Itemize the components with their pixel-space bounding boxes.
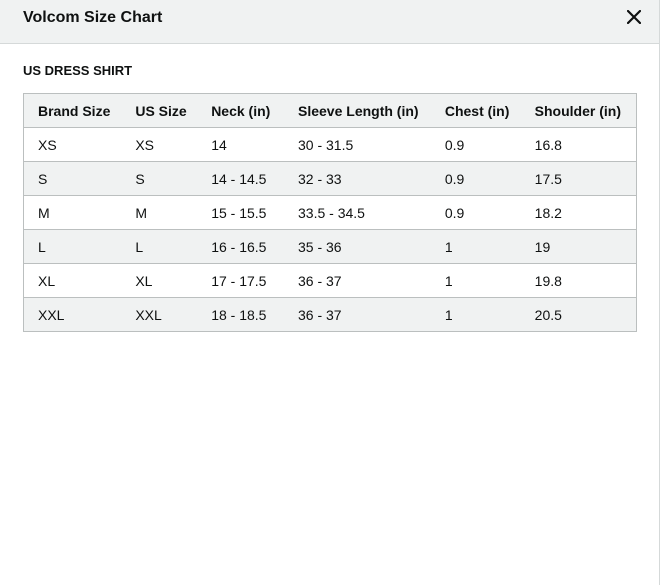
- cell-chest: 0.9: [430, 161, 521, 196]
- modal-header: Volcom Size Chart: [0, 0, 659, 44]
- table-row: L L 16 - 16.5 35 - 36 1 19: [23, 229, 637, 264]
- cell-shoulder: 19: [520, 229, 637, 264]
- size-chart-modal: Volcom Size Chart US DRESS SHIRT Brand S…: [0, 0, 660, 585]
- cell-brand-size: XXL: [23, 297, 122, 332]
- cell-us-size: XS: [121, 127, 198, 162]
- cell-us-size: XXL: [121, 297, 198, 332]
- table-row: XXL XXL 18 - 18.5 36 - 37 1 20.5: [23, 297, 637, 332]
- table-row: M M 15 - 15.5 33.5 - 34.5 0.9 18.2: [23, 195, 637, 230]
- cell-brand-size: XL: [23, 263, 122, 298]
- cell-brand-size: L: [23, 229, 122, 264]
- column-header-neck: Neck (in): [197, 93, 284, 128]
- cell-shoulder: 19.8: [520, 263, 637, 298]
- cell-neck: 14 - 14.5: [197, 161, 284, 196]
- cell-shoulder: 18.2: [520, 195, 637, 230]
- cell-shoulder: 16.8: [520, 127, 637, 162]
- cell-sleeve-length: 35 - 36: [284, 229, 431, 264]
- cell-chest: 0.9: [430, 195, 521, 230]
- column-header-shoulder: Shoulder (in): [520, 93, 637, 128]
- column-header-chest: Chest (in): [430, 93, 521, 128]
- cell-us-size: XL: [121, 263, 198, 298]
- cell-chest: 0.9: [430, 127, 521, 162]
- cell-us-size: M: [121, 195, 198, 230]
- cell-shoulder: 20.5: [520, 297, 637, 332]
- table-row: XS XS 14 30 - 31.5 0.9 16.8: [23, 127, 637, 162]
- cell-sleeve-length: 36 - 37: [284, 263, 431, 298]
- cell-neck: 16 - 16.5: [197, 229, 284, 264]
- cell-sleeve-length: 36 - 37: [284, 297, 431, 332]
- table-row: S S 14 - 14.5 32 - 33 0.9 17.5: [23, 161, 637, 196]
- column-header-sleeve-length: Sleeve Length (in): [284, 93, 431, 128]
- table-row: XL XL 17 - 17.5 36 - 37 1 19.8: [23, 263, 637, 298]
- cell-chest: 1: [430, 263, 521, 298]
- section-title: US DRESS SHIRT: [23, 63, 133, 78]
- cell-sleeve-length: 30 - 31.5: [284, 127, 431, 162]
- modal-title: Volcom Size Chart: [23, 9, 163, 26]
- cell-neck: 14: [197, 127, 284, 162]
- cell-neck: 18 - 18.5: [197, 297, 284, 332]
- size-chart-table: Brand Size US Size Neck (in) Sleeve Leng…: [23, 93, 637, 332]
- cell-chest: 1: [430, 297, 521, 332]
- close-icon: [627, 10, 641, 24]
- column-header-us-size: US Size: [121, 93, 198, 128]
- cell-neck: 15 - 15.5: [197, 195, 284, 230]
- cell-us-size: S: [121, 161, 198, 196]
- cell-brand-size: M: [23, 195, 122, 230]
- column-header-brand-size: Brand Size: [23, 93, 122, 128]
- cell-neck: 17 - 17.5: [197, 263, 284, 298]
- table-header-row: Brand Size US Size Neck (in) Sleeve Leng…: [23, 93, 637, 128]
- close-button[interactable]: [622, 5, 646, 29]
- cell-sleeve-length: 32 - 33: [284, 161, 431, 196]
- cell-brand-size: S: [23, 161, 122, 196]
- cell-us-size: L: [121, 229, 198, 264]
- cell-shoulder: 17.5: [520, 161, 637, 196]
- cell-chest: 1: [430, 229, 521, 264]
- cell-sleeve-length: 33.5 - 34.5: [284, 195, 431, 230]
- cell-brand-size: XS: [23, 127, 122, 162]
